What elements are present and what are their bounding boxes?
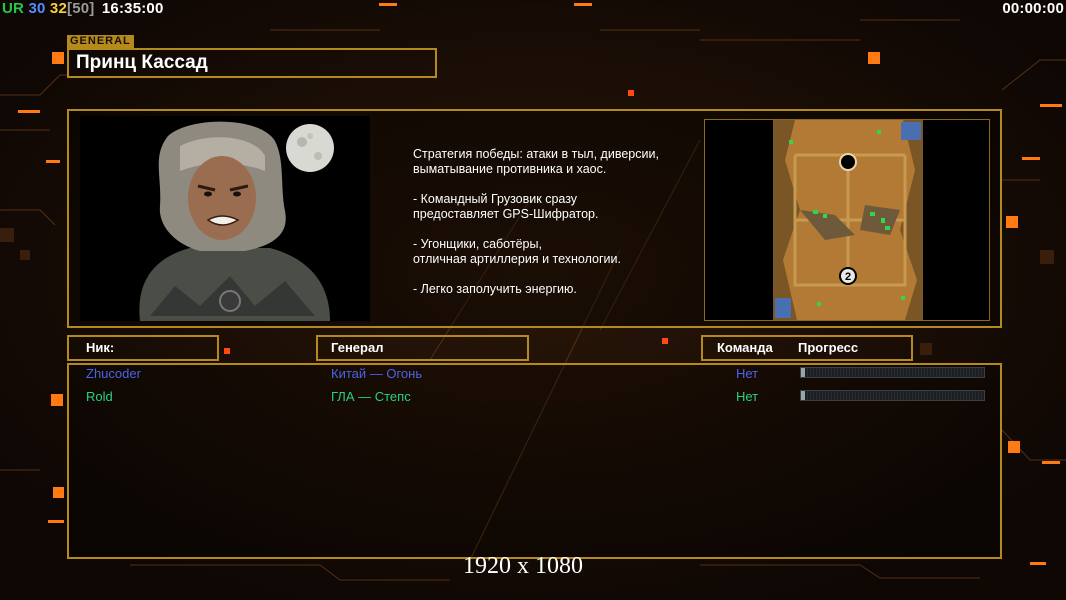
player-general: Китай — Огонь [331, 366, 423, 381]
ur-label: UR [2, 0, 25, 17]
player-general: ГЛА — Степс [331, 389, 411, 404]
ur-value-a: 30 [28, 0, 46, 17]
general-description: Стратегия победы: атаки в тыл, диверсии,… [413, 147, 659, 296]
player-team: Нет [736, 366, 759, 381]
resolution-watermark: 1920 x 1080 [463, 553, 583, 579]
player-nick: Rold [86, 389, 113, 404]
player-progress-bar [800, 390, 985, 401]
clock: 16:35:00 [101, 0, 164, 17]
fps-readout: UR 30 32[50] 16:35:00 [2, 0, 164, 18]
general-name: Принц Кассад [76, 52, 208, 73]
map-start-marker: 2 [845, 271, 851, 283]
team-header: Команда [717, 340, 773, 355]
general-portrait [80, 116, 370, 321]
progress-fill [801, 391, 805, 400]
ur-value-b: 32 [49, 0, 68, 17]
game-timer: 00:00:00 [1002, 0, 1064, 17]
general-tag: GENERAL [67, 35, 134, 48]
player-progress-bar [800, 367, 985, 378]
ur-value-c: [50] [67, 0, 95, 17]
player-nick: Zhucoder [86, 366, 141, 381]
general-header: Генерал [331, 340, 384, 355]
map-image: 2 [705, 120, 989, 320]
progress-header: Прогресс [798, 340, 859, 355]
player-team: Нет [736, 389, 759, 404]
progress-fill [801, 368, 805, 377]
map-preview[interactable]: 2 [704, 119, 990, 321]
nick-header: Ник: [86, 340, 115, 355]
